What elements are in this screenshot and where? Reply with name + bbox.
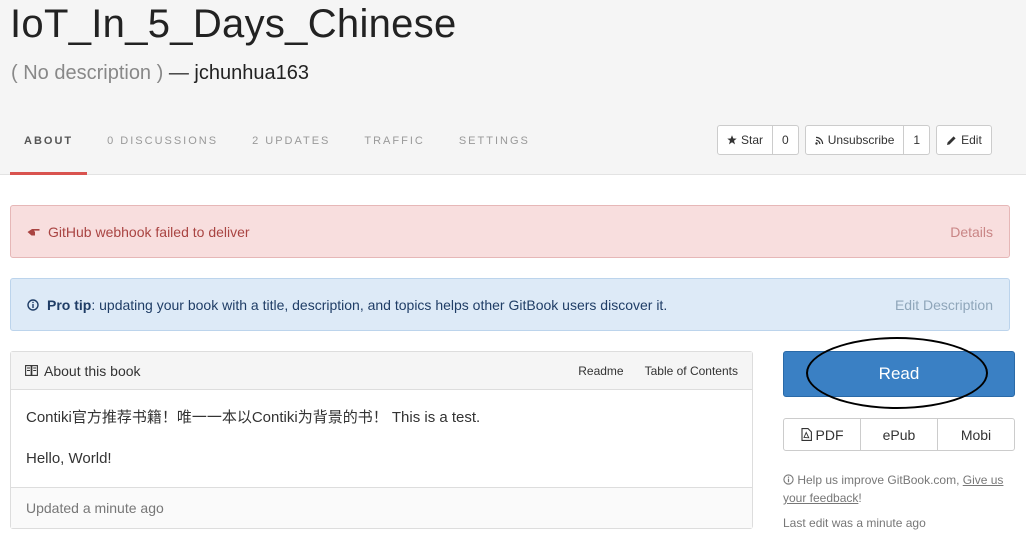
book-author[interactable]: jchunhua163 bbox=[194, 62, 309, 84]
rss-icon bbox=[815, 136, 824, 145]
book-header: IoT_In_5_Days_Chinese ( No description )… bbox=[0, 0, 1026, 175]
protip-text: Pro tip: updating your book with a title… bbox=[47, 297, 667, 313]
readme-link[interactable]: Readme bbox=[578, 364, 623, 378]
book-actions: Star 0 Unsubscribe 1 Edit bbox=[717, 125, 992, 155]
pdf-button[interactable]: PDF bbox=[784, 419, 861, 450]
annotation-ellipse bbox=[806, 337, 988, 409]
unsubscribe-group: Unsubscribe 1 bbox=[804, 125, 931, 155]
webhook-details-link[interactable]: Details bbox=[950, 224, 993, 240]
book-description: ( No description ) bbox=[11, 62, 164, 84]
webhook-alert-text: GitHub webhook failed to deliver bbox=[48, 223, 250, 240]
book-subtitle: ( No description ) — jchunhua163 bbox=[11, 62, 309, 85]
pencil-icon bbox=[946, 135, 957, 146]
pdf-icon bbox=[800, 428, 812, 441]
unsubscribe-button[interactable]: Unsubscribe bbox=[804, 125, 905, 155]
about-text-line-2: Hello, World! bbox=[26, 450, 112, 467]
feedback-note: Help us improve GitBook.com, Give us you… bbox=[783, 471, 1015, 507]
star-group: Star 0 bbox=[717, 125, 799, 155]
epub-button[interactable]: ePub bbox=[861, 419, 938, 450]
tab-settings[interactable]: SETTINGS bbox=[445, 121, 544, 175]
about-panel: About this book Readme Table of Contents… bbox=[10, 351, 753, 529]
help-circle-icon bbox=[783, 474, 794, 485]
book-icon bbox=[25, 365, 38, 376]
about-text-line-1: Contiki官方推荐书籍！唯一一本以Contiki为背景的书！ This is… bbox=[26, 409, 481, 426]
star-label: Star bbox=[741, 133, 764, 147]
help-text-end: ! bbox=[858, 491, 862, 505]
star-icon bbox=[727, 135, 737, 145]
about-panel-footer: Updated a minute ago bbox=[11, 487, 752, 528]
mobi-button[interactable]: Mobi bbox=[938, 419, 1014, 450]
webhook-alert: GitHub webhook failed to deliver Details bbox=[10, 205, 1010, 258]
subtitle-dash: — bbox=[163, 62, 195, 84]
star-button[interactable]: Star bbox=[717, 125, 774, 155]
about-panel-links: Readme Table of Contents bbox=[578, 364, 738, 378]
book-tabs: ABOUT 0 DISCUSSIONS 2 UPDATES TRAFFIC SE… bbox=[10, 121, 550, 175]
about-panel-title: About this book bbox=[44, 362, 141, 379]
protip-label: Pro tip bbox=[47, 296, 92, 313]
tab-about[interactable]: ABOUT bbox=[10, 121, 88, 175]
hand-pointing-icon bbox=[27, 227, 40, 237]
help-text: Help us improve GitBook.com, bbox=[797, 473, 963, 487]
protip-body: : updating your book with a title, descr… bbox=[91, 296, 668, 313]
book-title: IoT_In_5_Days_Chinese bbox=[10, 2, 457, 46]
edit-button[interactable]: Edit bbox=[936, 125, 992, 155]
tab-discussions[interactable]: 0 DISCUSSIONS bbox=[93, 121, 232, 175]
tab-traffic[interactable]: TRAFFIC bbox=[350, 121, 438, 175]
about-panel-body: Contiki官方推荐书籍！唯一一本以Contiki为背景的书！ This is… bbox=[11, 390, 752, 469]
pdf-label: PDF bbox=[815, 426, 844, 443]
edit-label: Edit bbox=[961, 133, 982, 147]
info-icon bbox=[27, 298, 39, 311]
star-count[interactable]: 0 bbox=[773, 125, 799, 155]
download-group: PDF ePub Mobi bbox=[783, 418, 1015, 451]
unsubscribe-count[interactable]: 1 bbox=[904, 125, 931, 155]
tab-updates[interactable]: 2 UPDATES bbox=[238, 121, 344, 175]
toc-link[interactable]: Table of Contents bbox=[645, 364, 738, 378]
edit-description-link[interactable]: Edit Description bbox=[895, 297, 993, 313]
last-edit-text: Last edit was a minute ago bbox=[783, 516, 926, 530]
protip-alert: Pro tip: updating your book with a title… bbox=[10, 278, 1010, 331]
unsubscribe-label: Unsubscribe bbox=[827, 133, 895, 147]
about-panel-header: About this book Readme Table of Contents bbox=[11, 352, 752, 390]
